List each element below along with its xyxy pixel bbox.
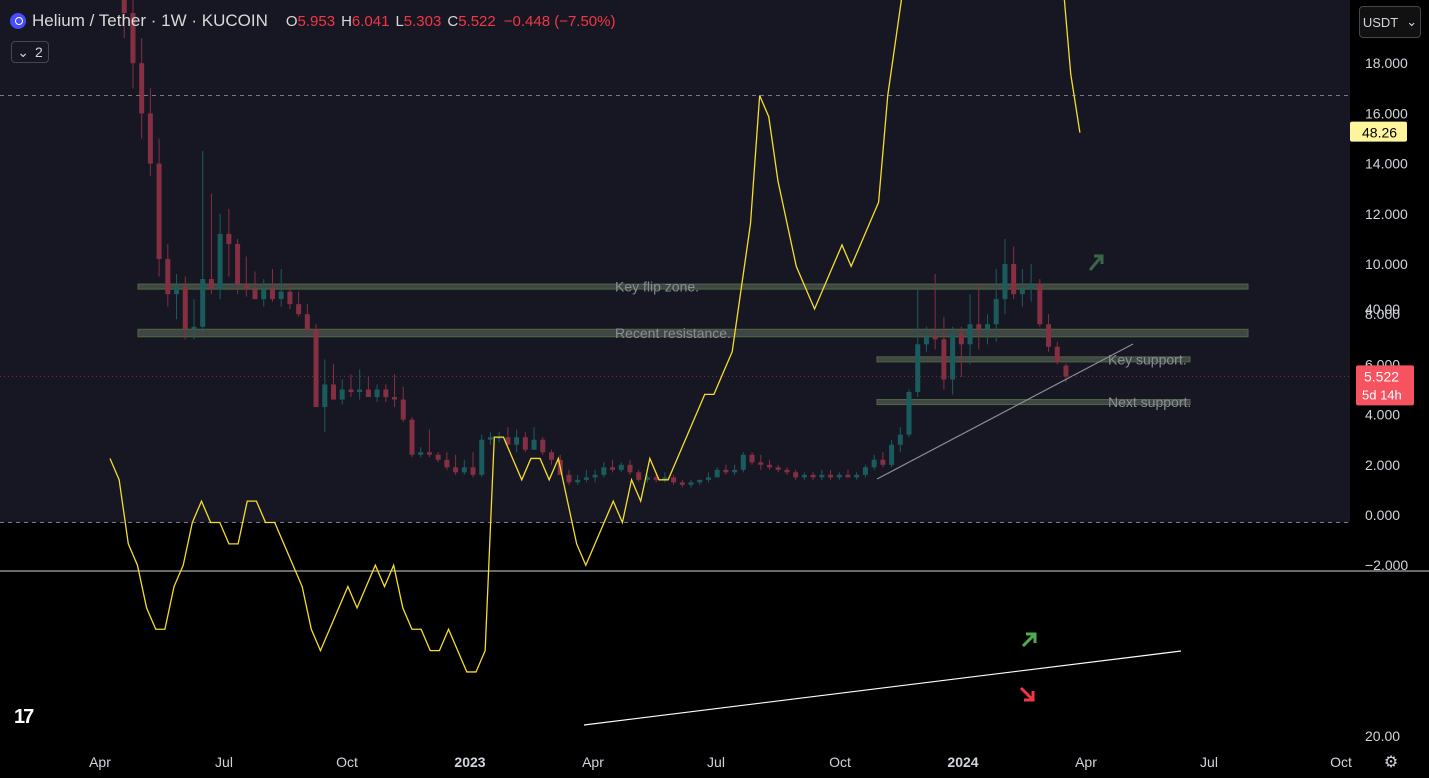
chevron-down-icon: ⌄	[1406, 14, 1418, 29]
chart-canvas[interactable]: 18.00016.00014.00012.00010.0008.0006.000…	[0, 0, 1429, 778]
time-axis-tick: Apr	[1075, 754, 1097, 770]
countdown-label: 5d 14h	[1362, 387, 1402, 402]
price-axis-tick: 2.000	[1365, 457, 1400, 473]
low-label: L	[395, 12, 404, 30]
indicator-count: 2	[34, 44, 43, 60]
rsi-axis-tick: 40.00	[1365, 301, 1400, 317]
price-axis-tick: −2.000	[1365, 557, 1408, 573]
last-price-label: 5.522	[1364, 368, 1399, 384]
low-value: 5.303	[403, 12, 442, 30]
time-axis-tick: Oct	[336, 754, 358, 770]
close-label: C	[447, 12, 459, 30]
open-label: O	[285, 12, 298, 30]
rsi-axis-tick: 20.00	[1365, 728, 1400, 744]
time-axis-tick: 2024	[947, 754, 978, 770]
arrow-down-icon	[1019, 686, 1035, 702]
close-value: 5.522	[458, 12, 496, 30]
gear-icon[interactable]: ⚙	[1380, 751, 1402, 773]
high-value: 6.041	[351, 12, 390, 30]
arrow-up-icon	[1021, 632, 1037, 648]
price-axis-tick: 10.000	[1365, 256, 1408, 272]
indicator-toggle-button[interactable]: ⌄ 2	[11, 41, 49, 63]
time-axis-tick: Jul	[215, 754, 233, 770]
symbol-title[interactable]: Helium / Tether · 1W · KUCOIN	[32, 11, 268, 31]
price-axis-tick: 0.000	[1365, 507, 1400, 523]
time-axis-tick: Jul	[707, 754, 725, 770]
helium-logo-icon	[10, 13, 26, 29]
rsi-trendline	[583, 650, 1182, 726]
price-axis-tick: 4.000	[1365, 407, 1400, 423]
price-axis-tick: 12.000	[1365, 206, 1408, 222]
rsi-value-label: 48.26	[1362, 125, 1397, 141]
currency-label: USDT	[1362, 14, 1399, 30]
time-axis-tick: Apr	[89, 754, 111, 770]
time-axis-tick: Oct	[829, 754, 851, 770]
price-axis-tick: 14.000	[1365, 156, 1408, 172]
open-value: 5.953	[297, 12, 336, 30]
price-axis-tick: 16.000	[1365, 105, 1408, 121]
time-axis-tick: Apr	[582, 754, 604, 770]
symbol-header: Helium / Tether · 1W · KUCOIN O 5.953 H 6.…	[10, 9, 615, 33]
change-value: −0.448 (−7.50%)	[503, 12, 616, 30]
time-axis-tick: 2023	[454, 754, 485, 770]
price-axis-tick: 18.000	[1365, 55, 1408, 71]
currency-select[interactable]: USDT ⌄	[1359, 6, 1421, 38]
chevron-down-icon: ⌄	[17, 43, 29, 60]
rsi-band	[0, 0, 1350, 523]
high-label: H	[341, 12, 352, 30]
time-axis-tick: Jul	[1200, 754, 1218, 770]
time-axis-tick: Oct	[1330, 754, 1352, 770]
tradingview-logo-icon: 17	[14, 706, 34, 728]
